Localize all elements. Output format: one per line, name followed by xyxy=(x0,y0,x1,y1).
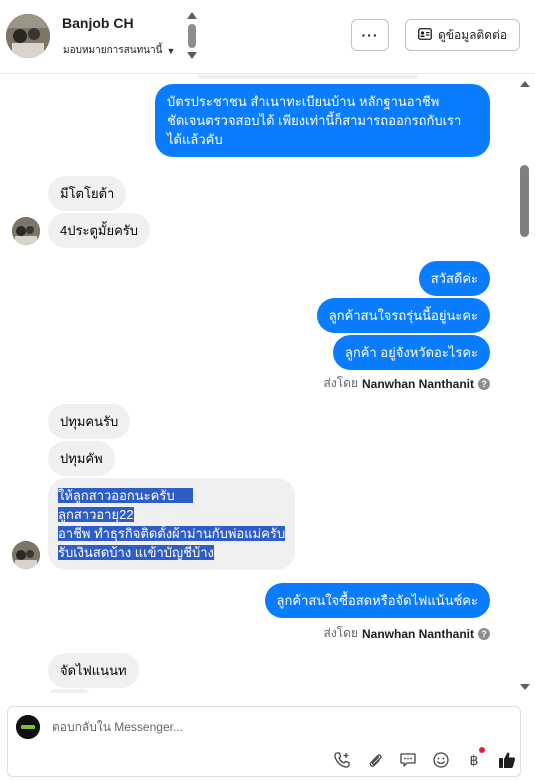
sent-by-prefix: ส่งโดย xyxy=(323,376,358,390)
sender-name: Nanwhan Nanthanit xyxy=(361,376,474,391)
contact-avatar[interactable] xyxy=(6,14,50,58)
composer-toolbar: ฿ xyxy=(330,747,519,771)
sent-by-caption: ส่งโดย Nanwhan Nanthanit ? xyxy=(324,624,490,643)
message-bubble-incoming-selected[interactable]: ให้ลูกสาวออกนะครับ ลูกสาวอายุ22 อาชีพ ทำ… xyxy=(48,478,296,570)
contact-name[interactable]: Banjob CH xyxy=(62,15,134,31)
help-icon[interactable]: ? xyxy=(478,627,490,640)
message-bubble-outgoing[interactable]: ลูกค้าสนใจรถรุ่นนี้อยู่นะคะ xyxy=(316,298,490,333)
message-bubble-incoming[interactable]: ปทุมคัพ xyxy=(48,441,115,476)
thread-scrollbar[interactable] xyxy=(518,75,532,693)
reply-composer: ฿ xyxy=(7,706,521,777)
view-contact-info-button[interactable]: ดูข้อมูลติดต่อ xyxy=(405,19,520,51)
next-message-edge xyxy=(48,689,90,693)
chevron-down-icon[interactable] xyxy=(187,52,197,59)
svg-text:฿: ฿ xyxy=(470,753,479,769)
message-thread[interactable]: บัตรประชาชน สำเนาทะเบียนบ้าน หลักฐานอาชี… xyxy=(0,75,535,693)
scroll-down-icon[interactable] xyxy=(520,684,530,690)
conversation-header: Banjob CH มอบหมายการสนทนานี้ ▼ ··· ดูข้อ… xyxy=(0,0,535,74)
assign-conversation-dropdown[interactable]: มอบหมายการสนทนานี้ ▼ xyxy=(63,43,175,58)
scrollbar-thumb[interactable] xyxy=(520,165,529,237)
contact-avatar-small[interactable] xyxy=(12,217,40,245)
sent-by-prefix: ส่งโดย xyxy=(323,626,358,640)
selected-text-line: รับเงินสดบ้าง แเข้าบัญชีบ้าง xyxy=(58,545,214,560)
notification-dot xyxy=(479,747,485,753)
message-bubble-incoming[interactable]: มีโตโยต้า xyxy=(48,176,127,211)
reply-input[interactable] xyxy=(52,720,352,734)
help-icon[interactable]: ? xyxy=(478,377,490,390)
selected-text-line: ให้ลูกสาวออกนะครับ xyxy=(58,488,175,503)
view-contact-info-label: ดูข้อมูลติดต่อ xyxy=(437,27,508,42)
more-options-button[interactable]: ··· xyxy=(351,19,389,51)
contact-avatar-small[interactable] xyxy=(12,541,40,569)
sender-name: Nanwhan Nanthanit xyxy=(361,626,474,641)
selected-text-line: อาชีพ ทำธุรกิจติดตั้งผ้าม่านกับพ่อแม่ครั… xyxy=(58,526,286,541)
paperclip-icon[interactable] xyxy=(363,749,387,771)
contact-card-icon xyxy=(418,27,432,43)
message-bubble-outgoing[interactable]: ลูกค้า อยู่จังหวัดอะไรคะ xyxy=(332,335,490,370)
message-bubble-outgoing[interactable]: บัตรประชาชน สำเนาทะเบียนบ้าน หลักฐานอาชี… xyxy=(155,84,490,157)
message-bubble-incoming[interactable]: จัดไฟแนนท xyxy=(48,653,139,688)
message-bubble-incoming[interactable]: ปทุมคนรับ xyxy=(48,404,131,439)
speech-bubble-icon[interactable] xyxy=(396,749,420,771)
chevron-down-icon: ▼ xyxy=(166,45,176,56)
header-scroll-control[interactable] xyxy=(187,12,197,60)
emoji-icon[interactable] xyxy=(429,749,453,771)
selected-text-line: ลูกสาวอายุ22 xyxy=(58,507,134,522)
sent-by-caption: ส่งโดย Nanwhan Nanthanit ? xyxy=(324,374,490,393)
message-bubble-incoming[interactable]: 4ประตูมั้ยครับ xyxy=(48,213,151,248)
message-bubble-outgoing[interactable]: ลูกค้าสนใจซื้อสดหรือจัดไฟแน้นช์คะ xyxy=(264,583,490,618)
scroll-up-icon[interactable] xyxy=(520,81,530,87)
message-bubble-outgoing[interactable]: สวัสดีค่ะ xyxy=(418,261,490,296)
previous-message-edge xyxy=(195,75,420,79)
baht-icon[interactable]: ฿ xyxy=(462,747,486,771)
assign-label: มอบหมายการสนทนานี้ xyxy=(63,45,163,56)
page-avatar xyxy=(16,715,40,739)
thumbs-up-icon[interactable] xyxy=(495,749,519,771)
scroll-thumb[interactable] xyxy=(188,24,196,48)
chevron-up-icon[interactable] xyxy=(187,12,197,19)
phone-add-icon[interactable] xyxy=(330,749,354,771)
